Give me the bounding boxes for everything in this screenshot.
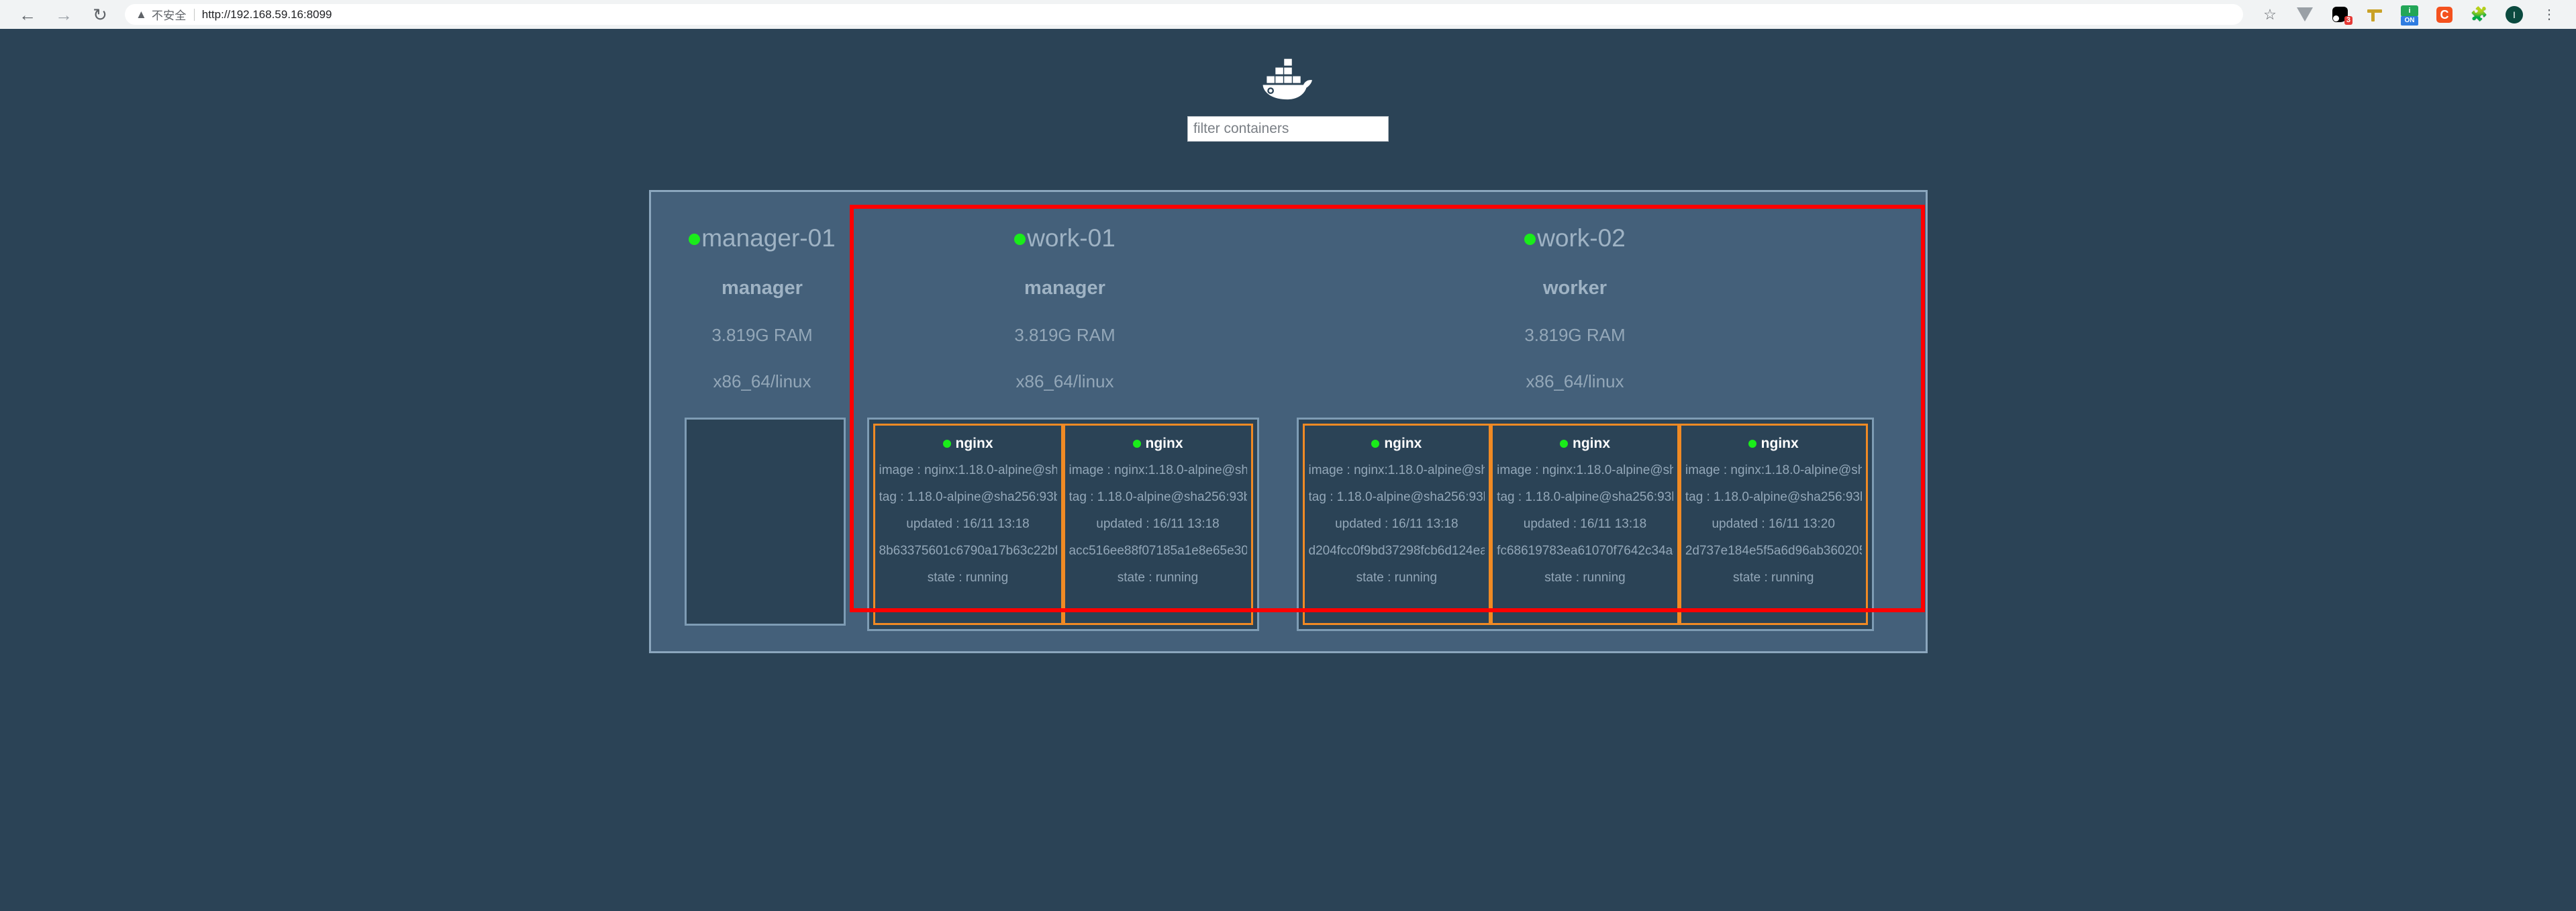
container-tag: tag : 1.18.0-alpine@sha256:93baf2c0e8 xyxy=(1069,491,1247,504)
chrome-menu-icon[interactable]: ⋮ xyxy=(2532,0,2567,29)
container-card[interactable]: nginx image : nginx:1.18.0-alpine@sha256… xyxy=(1679,424,1868,625)
container-image: image : nginx:1.18.0-alpine@sha256:93baf… xyxy=(1308,464,1485,477)
container-status-dot xyxy=(1371,440,1380,448)
star-icon[interactable]: ☆ xyxy=(2252,0,2287,29)
reload-icon[interactable]: ↻ xyxy=(82,0,118,29)
address-bar[interactable]: ▲ 不安全 http://192.168.59.16:8099 xyxy=(125,4,2243,25)
page-body: manager-01 manager 3.819G RAM x86_64/lin… xyxy=(0,29,2576,911)
node-arch: x86_64/linux xyxy=(1526,371,1624,391)
filter-row xyxy=(0,116,2576,190)
container-name: nginx xyxy=(1069,436,1247,450)
container-name: nginx xyxy=(1309,436,1485,450)
container-id: acc516ee88f07185a1e8e65e303725 xyxy=(1069,544,1247,557)
node-role: worker xyxy=(1542,277,1607,299)
node-arch: x86_64/linux xyxy=(1015,371,1114,391)
container-card[interactable]: nginx image : nginx:1.18.0-alpine@sha256… xyxy=(1491,424,1679,625)
tab-manager-icon[interactable]: 3 xyxy=(2322,0,2357,29)
container-status-dot xyxy=(1132,440,1141,448)
container-updated: updated : 16/11 13:18 xyxy=(1096,518,1220,530)
node-status-dot xyxy=(689,234,701,245)
browser-toolbar: ← → ↻ ▲ 不安全 http://192.168.59.16:8099 ☆ … xyxy=(0,0,2576,29)
container-id: fc68619783ea61070f7642c34a40a0 xyxy=(1497,544,1673,557)
node-name: work-02 xyxy=(1270,226,1881,250)
container-id: d204fcc0f9bd37298fcb6d124ead10 xyxy=(1308,544,1485,557)
container-card[interactable]: nginx image : nginx:1.18.0-alpine@sha256… xyxy=(873,424,1063,625)
node-arch: x86_64/linux xyxy=(713,371,811,391)
tab-count-badge: 3 xyxy=(2344,16,2352,25)
container-updated: updated : 16/11 13:18 xyxy=(1523,518,1647,530)
container-name: nginx xyxy=(879,436,1057,450)
omnibox-divider xyxy=(193,8,195,21)
container-image: image : nginx:1.18.0-alpine@sha256:93baf… xyxy=(1685,464,1862,477)
warning-triangle-icon: ▲ xyxy=(136,8,147,21)
node-ram: 3.819G RAM xyxy=(1014,325,1116,345)
container-image: image : nginx:1.18.0-alpine@sha256:93baf… xyxy=(879,464,1057,477)
security-status-label: 不安全 xyxy=(151,9,187,22)
container-card[interactable]: nginx image : nginx:1.18.0-alpine@sha256… xyxy=(1302,424,1491,625)
hammer-tool-icon[interactable] xyxy=(2357,0,2392,29)
container-updated: updated : 16/11 13:18 xyxy=(906,518,1030,530)
container-updated: updated : 16/11 13:18 xyxy=(1335,518,1458,530)
filter-containers-input[interactable] xyxy=(1187,116,1389,142)
node-header: manager-01 manager 3.819G RAM x86_64/lin… xyxy=(664,207,860,392)
puzzle-extensions-icon[interactable]: 🧩 xyxy=(2462,0,2497,29)
container-name: nginx xyxy=(1685,436,1862,450)
node-work-02[interactable]: work-02 worker 3.819G RAM x86_64/linux n… xyxy=(1270,207,1881,631)
node-name: work-01 xyxy=(860,226,1270,250)
container-updated: updated : 16/11 13:20 xyxy=(1712,518,1835,530)
node-work-01[interactable]: work-01 manager 3.819G RAM x86_64/linux … xyxy=(860,207,1270,631)
node-role: manager xyxy=(1024,277,1105,299)
container-group: nginx image : nginx:1.18.0-alpine@sha256… xyxy=(1296,418,1874,631)
node-header: work-02 worker 3.819G RAM x86_64/linux xyxy=(1270,207,1881,392)
container-state: state : running xyxy=(927,571,1009,584)
profile-avatar[interactable]: I xyxy=(2497,0,2532,29)
container-id: 2d737e184e5f5a6d96ab360205157 xyxy=(1685,544,1862,557)
container-name: nginx xyxy=(1497,436,1673,450)
back-arrow-icon[interactable]: ← xyxy=(9,0,46,29)
url-text: http://192.168.59.16:8099 xyxy=(201,7,332,21)
node-status-dot xyxy=(1524,234,1536,245)
forward-arrow-icon[interactable]: → xyxy=(46,0,82,29)
container-state: state : running xyxy=(1117,571,1199,584)
c-extension-icon[interactable]: C xyxy=(2427,0,2462,29)
container-state: state : running xyxy=(1356,571,1438,584)
on-badge-label: ON xyxy=(2401,15,2418,26)
container-tag: tag : 1.18.0-alpine@sha256:93baf2c0e8 xyxy=(879,491,1057,504)
node-manager-01[interactable]: manager-01 manager 3.819G RAM x86_64/lin… xyxy=(664,207,860,626)
node-ram: 3.819G RAM xyxy=(1524,325,1626,345)
docker-whale-logo xyxy=(0,41,2576,116)
container-group: nginx image : nginx:1.18.0-alpine@sha256… xyxy=(866,418,1259,631)
vue-devtools-icon[interactable] xyxy=(2287,0,2322,29)
swarm-cluster-panel: manager-01 manager 3.819G RAM x86_64/lin… xyxy=(648,190,1928,653)
toggle-on-extension-icon[interactable]: i ON xyxy=(2392,0,2427,29)
container-status-dot xyxy=(942,440,951,448)
container-image: image : nginx:1.18.0-alpine@sha256:93baf… xyxy=(1497,464,1673,477)
container-tag: tag : 1.18.0-alpine@sha256:93baf2c0e8 xyxy=(1497,491,1673,504)
container-card[interactable]: nginx image : nginx:1.18.0-alpine@sha256… xyxy=(1062,424,1253,625)
container-image: image : nginx:1.18.0-alpine@sha256:93baf… xyxy=(1069,464,1247,477)
container-status-dot xyxy=(1560,440,1568,448)
node-ram: 3.819G RAM xyxy=(711,325,813,345)
extension-tray: ☆ 3 i ON C 🧩 I ⋮ xyxy=(2252,0,2567,29)
container-id: 8b63375601c6790a17b63c22bf5e5f xyxy=(879,544,1057,557)
node-role: manager xyxy=(722,277,803,299)
node-header: work-01 manager 3.819G RAM x86_64/linux xyxy=(860,207,1270,392)
node-name: manager-01 xyxy=(664,226,860,250)
node-list: manager-01 manager 3.819G RAM x86_64/lin… xyxy=(664,207,1912,631)
container-tag: tag : 1.18.0-alpine@sha256:93baf2c0e8 xyxy=(1685,491,1862,504)
container-tag: tag : 1.18.0-alpine@sha256:93baf2c0e8 xyxy=(1308,491,1485,504)
node-status-dot xyxy=(1014,234,1026,245)
container-group xyxy=(684,418,846,626)
container-state: state : running xyxy=(1544,571,1626,584)
container-status-dot xyxy=(1748,440,1756,448)
container-state: state : running xyxy=(1732,571,1814,584)
